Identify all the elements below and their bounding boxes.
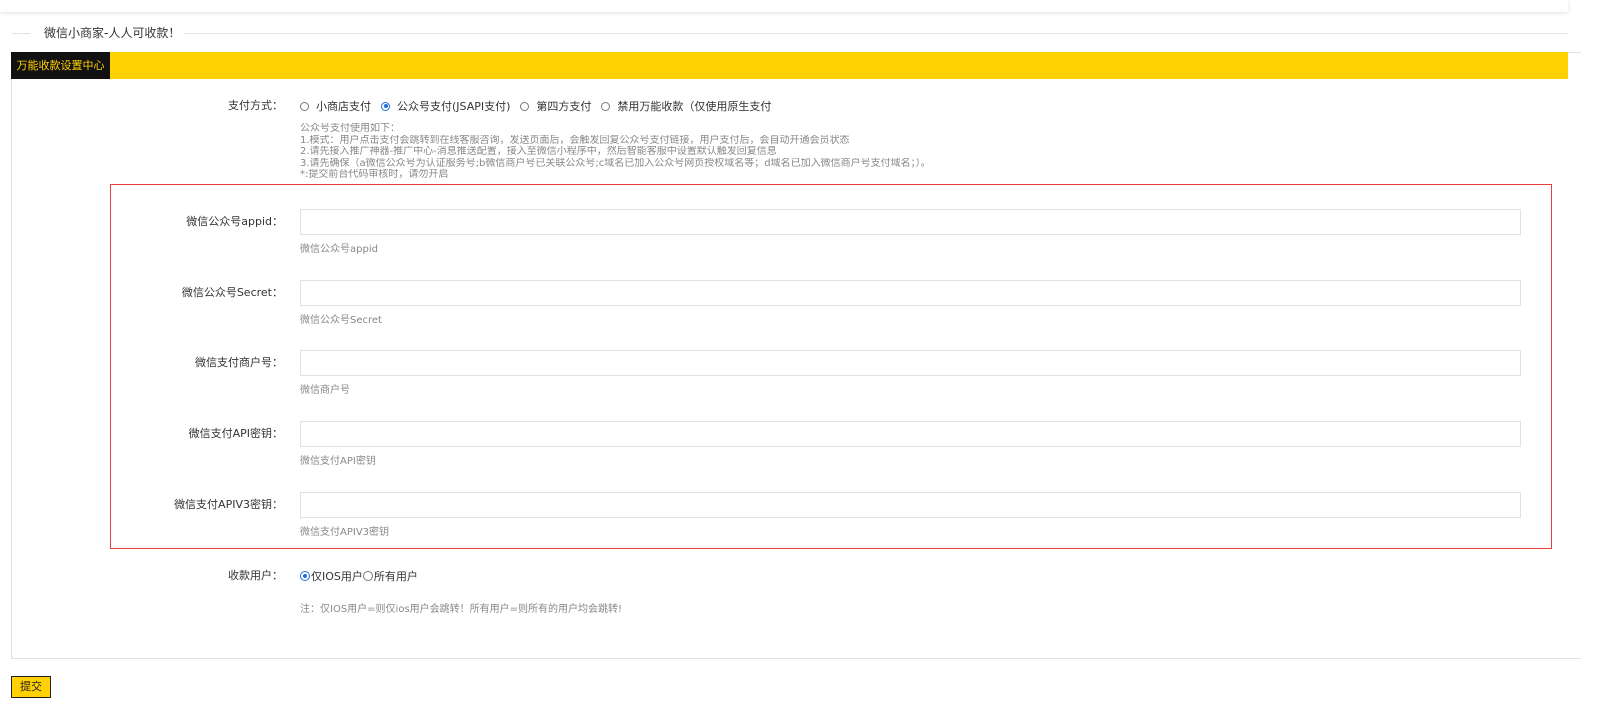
- payee-note: 注：仅IOS用户=则仅ios用户会跳转！所有用户=则所有的用户均会跳转!: [300, 604, 623, 615]
- help-line: 公众号支付使用如下：: [300, 123, 400, 134]
- merchant-id-input[interactable]: [300, 350, 1521, 376]
- payee-radio-group: 仅IOS用户 所有用户: [300, 568, 418, 584]
- api-key-help: 微信支付API密钥: [300, 456, 376, 467]
- payee-option-all[interactable]: 所有用户: [362, 568, 418, 584]
- payment-option-fourth-party[interactable]: 第四方支付: [520, 98, 591, 114]
- submit-button[interactable]: 提交: [11, 676, 51, 698]
- apiv3-key-label: 微信支付APIV3密钥：: [174, 498, 283, 511]
- help-line: *:提交前台代码审核时，请勿开启: [300, 169, 449, 181]
- radio-unchecked-icon[interactable]: [300, 101, 309, 111]
- help-line: 2.请先接入推广神器-推广中心-消息推送配置，接入至微信小程序中，然后智能客服中…: [300, 146, 777, 158]
- section-divider-right: [184, 33, 1568, 34]
- payment-method-label: 支付方式：: [228, 99, 283, 112]
- payment-option-jsapi[interactable]: 公众号支付(JSAPI支付): [381, 98, 510, 114]
- section-divider-left: [12, 33, 30, 34]
- payment-method-radio-group: 小商店支付 公众号支付(JSAPI支付) 第四方支付 禁用万能收款（仅使用原生支…: [300, 98, 781, 114]
- appid-label: 微信公众号appid：: [186, 215, 283, 228]
- api-key-label: 微信支付API密钥：: [188, 427, 283, 440]
- secret-input[interactable]: [300, 280, 1521, 306]
- appid-help: 微信公众号appid: [300, 244, 378, 255]
- help-line: 1.模式：用户点击支付会跳转到在线客服咨询，发送页面后，会触发回复公众号支付链接…: [300, 134, 850, 146]
- merchant-id-label: 微信支付商户号：: [195, 356, 283, 369]
- radio-checked-icon[interactable]: [300, 571, 310, 581]
- radio-unchecked-icon[interactable]: [520, 101, 530, 111]
- payment-method-help: 公众号支付使用如下： 1.模式：用户点击支付会跳转到在线客服咨询，发送页面后，会…: [300, 123, 931, 181]
- tab-bar: 万能收款设置中心: [11, 52, 1568, 79]
- payee-label: 收款用户：: [228, 569, 283, 582]
- payment-option-disable[interactable]: 禁用万能收款（仅使用原生支付: [601, 98, 771, 114]
- apiv3-key-input[interactable]: [300, 492, 1521, 518]
- merchant-id-help: 微信商户号: [300, 385, 350, 396]
- appid-input[interactable]: [300, 209, 1521, 235]
- radio-unchecked-icon[interactable]: [601, 101, 611, 111]
- payment-option-mini-store[interactable]: 小商店支付: [300, 98, 371, 114]
- secret-label: 微信公众号Secret：: [181, 286, 283, 299]
- apiv3-key-help: 微信支付APIV3密钥: [300, 527, 390, 538]
- tab-payment-settings-center[interactable]: 万能收款设置中心: [11, 52, 110, 79]
- radio-unchecked-icon[interactable]: [362, 571, 373, 581]
- help-line: 3.请先确保（a微信公众号为认证服务号;b微信商户号已关联公众号;c域名已加入公…: [300, 157, 931, 169]
- top-header-bar: [0, 0, 1568, 12]
- radio-checked-icon[interactable]: [381, 101, 390, 111]
- section-title: 微信小商家-人人可收款！: [44, 26, 181, 40]
- secret-help: 微信公众号Secret: [300, 315, 382, 326]
- api-key-input[interactable]: [300, 421, 1521, 447]
- payee-option-ios[interactable]: 仅IOS用户: [300, 568, 363, 584]
